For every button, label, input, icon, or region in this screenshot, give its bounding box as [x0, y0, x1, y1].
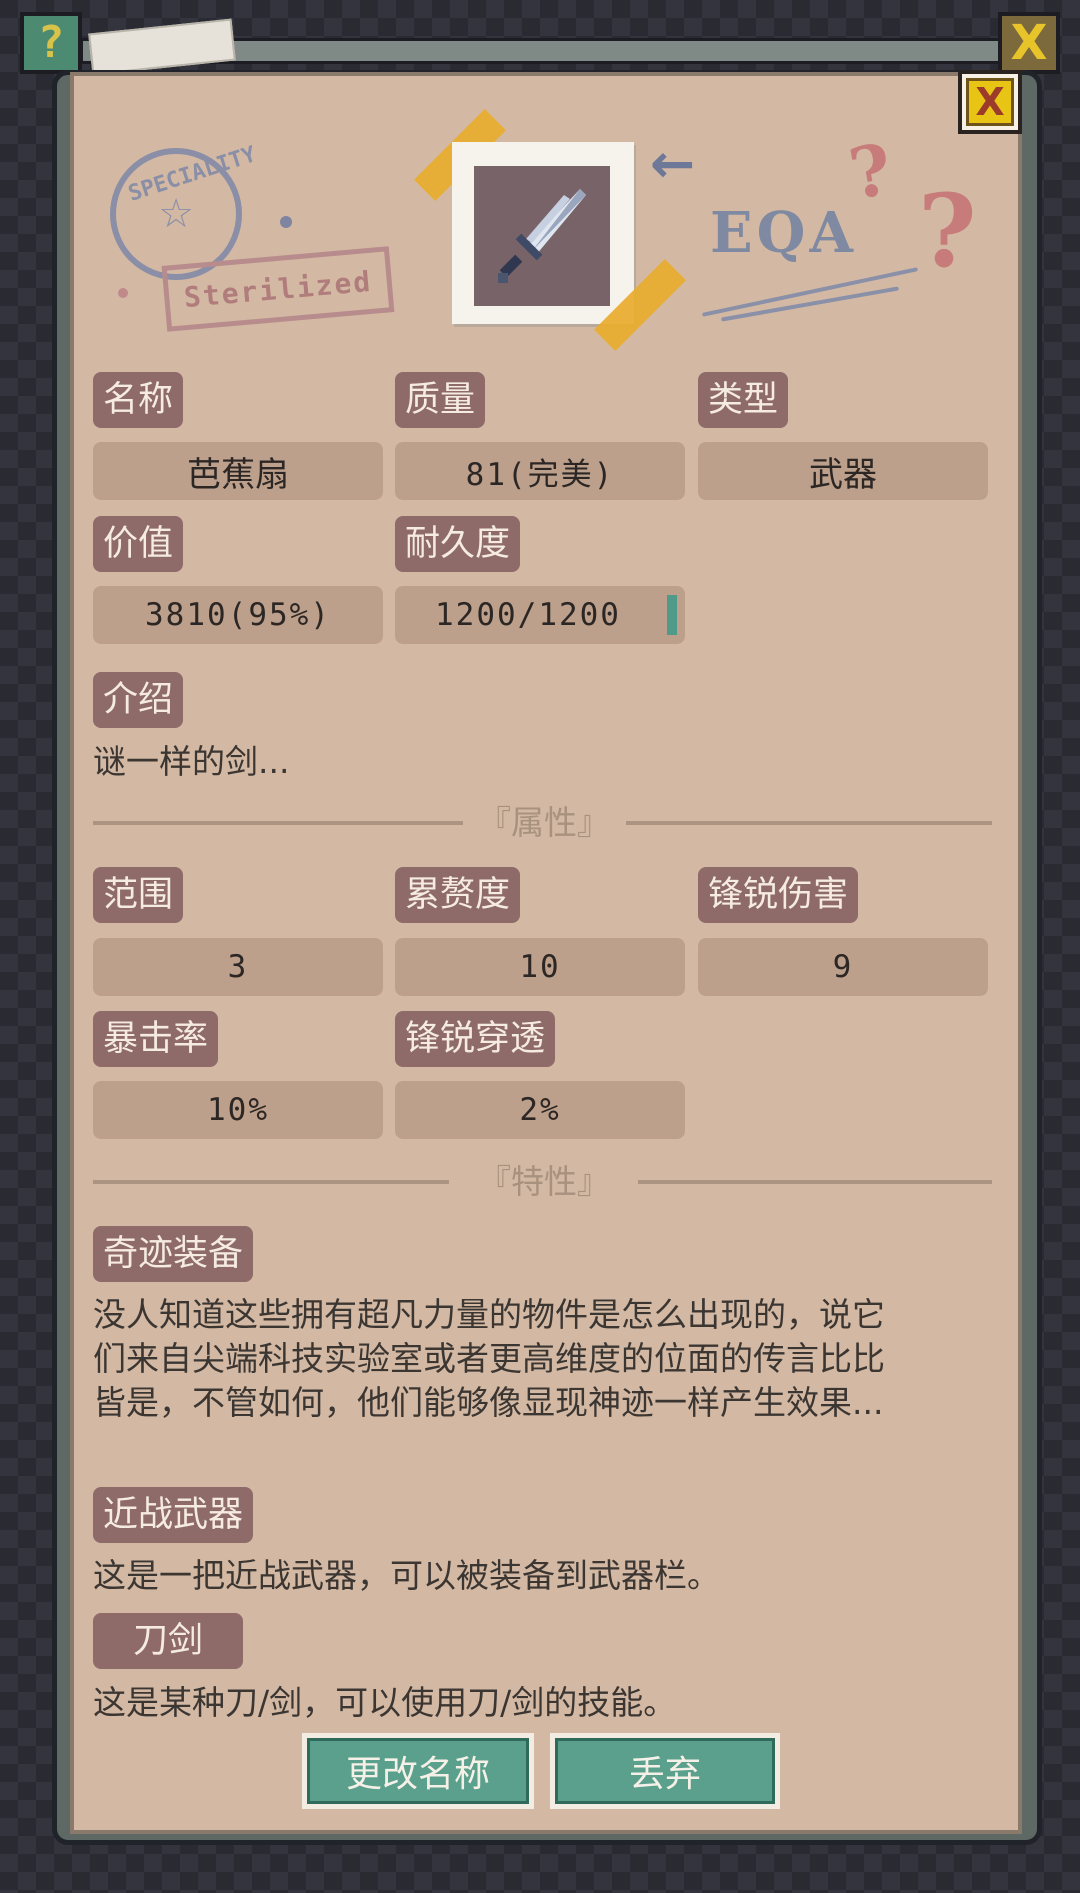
- pierce-value: 2%: [395, 1081, 685, 1139]
- help-button[interactable]: ?: [20, 12, 82, 74]
- sharp-damage-value: 9: [698, 938, 988, 996]
- eqa-scribble: EQA: [710, 200, 857, 266]
- sharp-damage-label: 锋锐伤害: [698, 867, 859, 923]
- range-value: 3: [93, 938, 383, 996]
- attributes-title: 『属性』: [478, 803, 610, 842]
- durability-value-box: 1200/1200: [395, 586, 685, 644]
- blade-label: 刀剑: [93, 1613, 243, 1669]
- close-icon: X: [1010, 15, 1048, 71]
- rename-button[interactable]: 更改名称: [302, 1733, 534, 1809]
- type-value: 武器: [698, 442, 988, 500]
- close-icon: X: [966, 78, 1014, 126]
- blade-text: 这是某种刀/剑，可以使用刀/剑的技能。: [93, 1683, 677, 1722]
- close-panel-button[interactable]: X: [958, 70, 1022, 134]
- miracle-equipment-label: 奇迹装备: [93, 1226, 254, 1282]
- question-mark-icon: ?: [37, 17, 65, 68]
- intro-text: 谜一样的剑...: [93, 742, 290, 781]
- intro-label: 介绍: [93, 672, 184, 728]
- melee-weapon-label: 近战武器: [93, 1487, 254, 1543]
- type-label: 类型: [698, 372, 789, 428]
- fatigue-label: 累赘度: [395, 867, 521, 923]
- name-label: 名称: [93, 372, 184, 428]
- durability-label: 耐久度: [395, 516, 521, 572]
- pierce-label: 锋锐穿透: [395, 1011, 556, 1067]
- melee-weapon-text: 这是一把近战武器，可以被装备到武器栏。: [93, 1556, 720, 1595]
- item-icon-slot: [474, 166, 610, 306]
- divider-line: [626, 821, 992, 825]
- name-value: 芭蕉扇: [93, 442, 383, 500]
- quality-label: 质量: [395, 372, 486, 428]
- miracle-text-line: 皆是，不管如何，他们能够像显现神迹一样产生效果...: [93, 1383, 884, 1422]
- miracle-text-line: 们来自尖端科技实验室或者更高维度的位面的传言比比: [93, 1339, 885, 1378]
- durability-value: 1200/1200: [435, 597, 621, 633]
- rename-button-label: 更改名称: [307, 1738, 529, 1804]
- ink-dot: [280, 216, 292, 228]
- divider-line: [638, 1180, 992, 1184]
- price-value: 3810(95%): [93, 586, 383, 644]
- durability-bar: [667, 595, 677, 635]
- crit-value: 10%: [93, 1081, 383, 1139]
- star-icon: ☆: [158, 191, 194, 237]
- close-window-button[interactable]: X: [998, 12, 1060, 74]
- question-mark-icon: ?: [918, 172, 977, 290]
- divider-line: [93, 1180, 449, 1184]
- fatigue-value: 10: [395, 938, 685, 996]
- quality-value: 81(完美): [395, 442, 685, 500]
- traits-title: 『特性』: [478, 1162, 610, 1201]
- crit-label: 暴击率: [93, 1011, 219, 1067]
- discard-button[interactable]: 丢弃: [550, 1733, 780, 1809]
- arrow-icon: ←: [650, 132, 696, 195]
- ink-dot: [118, 288, 128, 298]
- paper-scrap-decoration: [88, 18, 236, 76]
- miracle-text-line: 没人知道这些拥有超凡力量的物件是怎么出现的，说它: [93, 1295, 885, 1334]
- range-label: 范围: [93, 867, 184, 923]
- discard-button-label: 丢弃: [555, 1738, 775, 1804]
- divider-line: [93, 821, 463, 825]
- value-label: 价值: [93, 516, 184, 572]
- sword-icon: [498, 189, 586, 283]
